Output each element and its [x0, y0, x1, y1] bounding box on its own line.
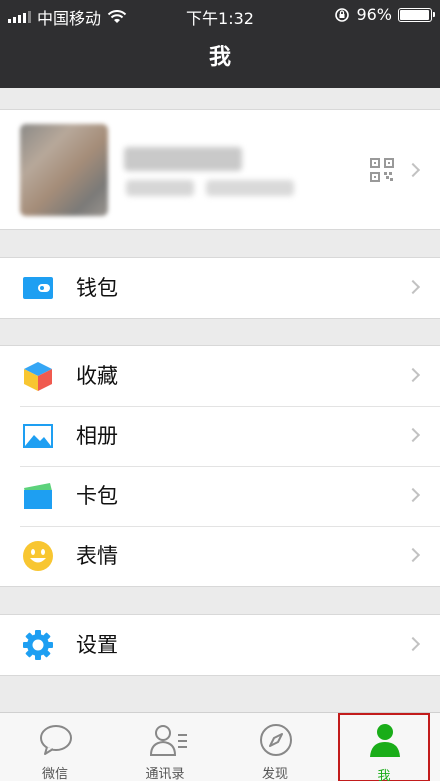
blurred-account-id — [206, 180, 294, 196]
me-person-icon — [370, 724, 400, 757]
gear-icon — [23, 630, 53, 660]
menu-label-cards: 卡包 — [76, 484, 118, 508]
menu-item-favorites[interactable]: 收藏 — [0, 346, 440, 406]
battery-fill — [400, 9, 429, 20]
chat-bubble-icon — [40, 725, 72, 755]
favorites-cube-icon — [24, 362, 52, 391]
menu-item-cards[interactable]: 卡包 — [0, 466, 440, 526]
chevron-right-icon — [405, 279, 421, 295]
battery-percent: 96% — [356, 5, 392, 24]
wallet-group: 钱包 — [0, 257, 440, 319]
menu-label-stickers: 表情 — [76, 544, 118, 568]
album-icon — [23, 424, 53, 448]
smiley-icon — [23, 541, 53, 571]
tab-label-discover: 发现 — [261, 767, 288, 781]
blurred-account-label — [126, 180, 194, 196]
tab-label-contacts: 通讯录 — [145, 767, 185, 781]
tab-chats[interactable]: 微信 — [0, 713, 110, 781]
contacts-icon — [149, 725, 187, 756]
tab-label-me: 我 — [377, 769, 391, 781]
menu-label-wallet: 钱包 — [76, 276, 118, 300]
wallet-icon — [23, 277, 53, 299]
page-title: 我 — [0, 28, 440, 88]
compass-icon — [260, 724, 292, 756]
tab-me[interactable]: 我 — [338, 713, 430, 781]
menu-label-favorites: 收藏 — [76, 364, 118, 388]
avatar — [20, 124, 108, 216]
chevron-right-icon — [405, 487, 421, 503]
chevron-right-icon — [405, 427, 421, 443]
tab-label-chats: 微信 — [41, 767, 68, 781]
menu-item-stickers[interactable]: 表情 — [0, 526, 440, 586]
tab-contacts[interactable]: 通讯录 — [110, 713, 220, 781]
settings-group: 设置 — [0, 614, 440, 676]
menu-item-wallet[interactable]: 钱包 — [0, 258, 440, 318]
blurred-nickname — [124, 147, 242, 171]
profile-card[interactable] — [0, 109, 440, 230]
menu-label-album: 相册 — [76, 424, 118, 448]
chevron-right-icon — [405, 636, 421, 652]
qr-code-icon[interactable] — [370, 158, 394, 182]
menu-item-album[interactable]: 相册 — [0, 406, 440, 466]
status-right: 96% — [334, 5, 435, 24]
chevron-right-icon — [405, 367, 421, 383]
status-bar: 中国移动 下午1:32 96% — [0, 0, 440, 28]
rotation-lock-icon — [335, 7, 350, 22]
chevron-right-icon — [405, 547, 421, 563]
collection-group: 收藏 相册 卡包 表情 — [0, 345, 440, 587]
tab-discover[interactable]: 发现 — [220, 713, 330, 781]
menu-item-settings[interactable]: 设置 — [0, 615, 440, 675]
battery-icon — [398, 7, 435, 22]
chevron-right-icon — [405, 162, 421, 178]
tab-bar: 微信 通讯录 发现 我 — [0, 712, 440, 781]
card-pack-icon — [24, 483, 52, 509]
menu-label-settings: 设置 — [76, 633, 118, 657]
